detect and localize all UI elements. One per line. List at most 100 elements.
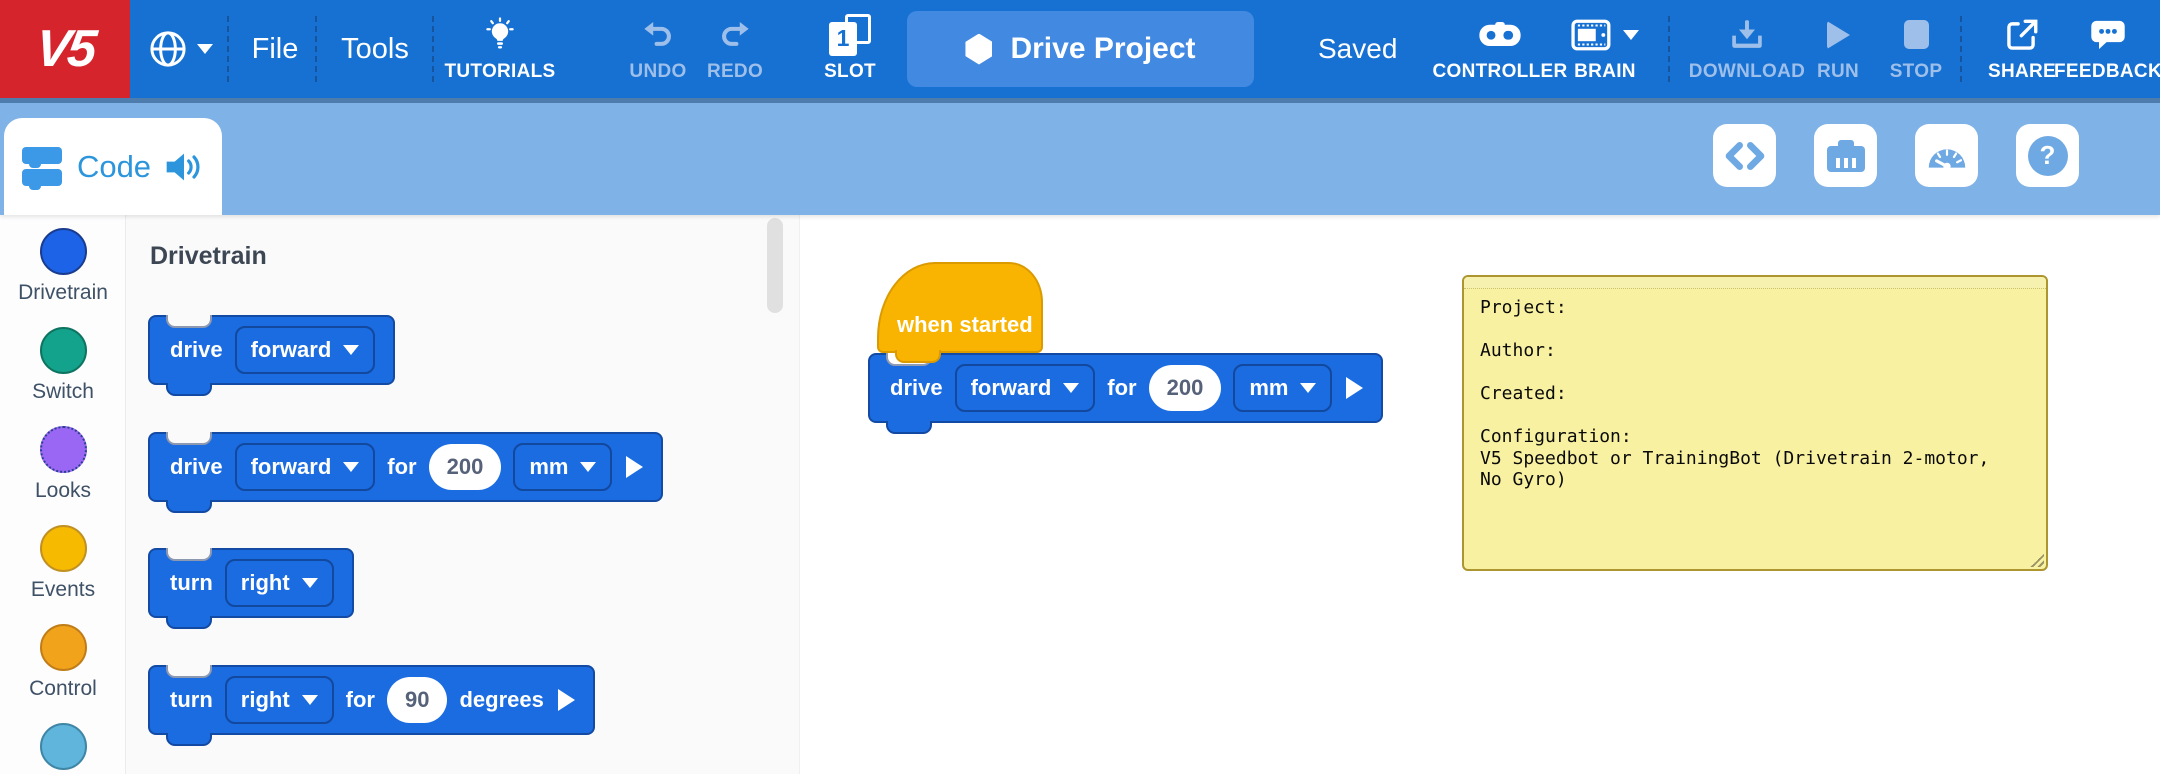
controller-button[interactable]: CONTROLLER (1435, 0, 1565, 98)
device-manager-button[interactable] (1814, 124, 1877, 187)
expand-arrow-icon[interactable] (1346, 377, 1363, 399)
caret-down-icon (343, 462, 359, 472)
download-button[interactable]: DOWNLOAD (1687, 0, 1807, 98)
category-circle (40, 624, 87, 671)
code-tab-label: Code (77, 149, 151, 185)
toolbox-block-drive[interactable]: driveforward (148, 315, 395, 385)
category-circle (40, 426, 87, 473)
undo-icon (641, 20, 675, 50)
note-resize-handle[interactable] (2029, 552, 2044, 567)
project-name-button[interactable]: Drive Project (907, 11, 1254, 87)
share-button[interactable]: SHARE (1977, 0, 2067, 98)
feedback-icon (2090, 19, 2126, 51)
category-circle (40, 228, 87, 275)
slot-number: 1 (829, 22, 857, 56)
category-label: Events (31, 578, 95, 602)
tutorials-button[interactable]: TUTORIALS (440, 0, 560, 98)
help-button[interactable]: ? (2016, 124, 2079, 187)
number-input[interactable]: 200 (429, 444, 502, 490)
speaker-icon[interactable] (164, 151, 204, 183)
toolbox-block-drive-for[interactable]: driveforwardfor200mm (148, 432, 663, 502)
when-started-hat-block[interactable]: when started (877, 262, 1043, 353)
sidebar-item-control[interactable]: Control (0, 624, 126, 723)
toolbar-edge (0, 98, 2160, 103)
toolbox-scrollbar[interactable] (767, 218, 783, 313)
help-icon: ? (2028, 136, 2068, 176)
stop-button[interactable]: STOP (1881, 0, 1951, 98)
block-label: drive (890, 375, 943, 401)
project-note[interactable]: Project: Author: Created: Configuration:… (1462, 275, 2048, 571)
tab-code[interactable]: Code (4, 118, 222, 215)
dropdown-value: forward (251, 454, 332, 480)
category-circle (40, 525, 87, 572)
file-menu[interactable]: File (240, 0, 310, 98)
toolbox-block-turn-for[interactable]: turnrightfor90degrees (148, 665, 595, 735)
project-name: Drive Project (1010, 32, 1195, 66)
dropdown-field[interactable]: forward (235, 326, 376, 374)
dropdown-value: right (241, 687, 290, 713)
dropdown-field[interactable]: mm (1233, 364, 1332, 412)
globe-icon (147, 28, 189, 70)
lightbulb-icon (482, 17, 518, 53)
caret-down-icon (1063, 383, 1079, 393)
redo-icon (718, 20, 752, 50)
category-label: Drivetrain (18, 281, 108, 305)
slot-button[interactable]: 1 SLOT (815, 0, 885, 98)
device-port-icon (1827, 140, 1865, 172)
caret-down-icon (343, 345, 359, 355)
play-icon (1827, 21, 1850, 49)
number-input[interactable]: 90 (387, 677, 447, 723)
toolbox-category-header: Drivetrain (150, 242, 267, 271)
toolbar-separator (227, 16, 229, 82)
sidebar-item-looks[interactable]: Looks (0, 426, 126, 525)
sidebar-item-switch[interactable]: Switch (0, 327, 126, 426)
gauge-icon (1925, 142, 1969, 170)
sidebar-item-extra[interactable] (0, 723, 126, 774)
caret-down-icon (1300, 383, 1316, 393)
script-block-drive-for[interactable]: drive forward for 200 mm (868, 353, 1383, 423)
toolbar-separator (315, 16, 317, 82)
main-content: Drivetrain Switch Looks Events Control Drive… (0, 215, 2160, 774)
language-menu[interactable] (138, 0, 222, 98)
tools-menu[interactable]: Tools (332, 0, 418, 98)
sidebar-item-events[interactable]: Events (0, 525, 126, 624)
undo-button[interactable]: UNDO (623, 0, 693, 98)
block-label: for (1107, 375, 1136, 401)
vexcode-app: V5 File Tools (0, 0, 2160, 774)
toolbar-separator (432, 16, 434, 82)
dropdown-field[interactable]: right (225, 559, 334, 607)
download-icon (1729, 19, 1765, 51)
dropdown-field[interactable]: right (225, 676, 334, 724)
workspace-canvas[interactable]: when started drive forward for 200 mm Projec… (800, 215, 2160, 774)
expand-arrow-icon[interactable] (558, 689, 575, 711)
redo-button[interactable]: REDO (700, 0, 770, 98)
brain-button[interactable]: BRAIN (1555, 0, 1655, 98)
code-viewer-button[interactable] (1713, 124, 1776, 187)
dropdown-field[interactable]: mm (513, 443, 612, 491)
toolbox-block-turn[interactable]: turnright (148, 548, 354, 618)
feedback-button[interactable]: FEEDBACK (2056, 0, 2160, 98)
dashboard-button[interactable] (1915, 124, 1978, 187)
hat-block-label: when started (897, 312, 1033, 338)
category-circle (40, 327, 87, 374)
dropdown-value: mm (1249, 375, 1288, 401)
number-input[interactable]: 200 (1149, 365, 1222, 411)
brain-icon (1571, 19, 1615, 51)
note-header-strip[interactable] (1464, 277, 2046, 289)
run-button[interactable]: RUN (1803, 0, 1873, 98)
hexagon-icon (965, 34, 992, 65)
dropdown-field[interactable]: forward (955, 364, 1096, 412)
stop-icon (1904, 20, 1929, 49)
caret-down-icon (302, 578, 318, 588)
dropdown-field[interactable]: forward (235, 443, 376, 491)
expand-arrow-icon[interactable] (626, 456, 643, 478)
block-toolbox: Drivetrain driveforward driveforwardfor2… (126, 215, 800, 774)
category-label: Looks (35, 479, 91, 503)
sidebar-item-drivetrain[interactable]: Drivetrain (0, 228, 126, 327)
block-label: turn (170, 687, 213, 713)
block-label: for (346, 687, 375, 713)
toolbar-separator (1668, 16, 1670, 82)
block-label: for (387, 454, 416, 480)
note-text[interactable]: Project: Author: Created: Configuration:… (1464, 289, 2046, 499)
secondary-toolbar: Code (0, 103, 2160, 215)
